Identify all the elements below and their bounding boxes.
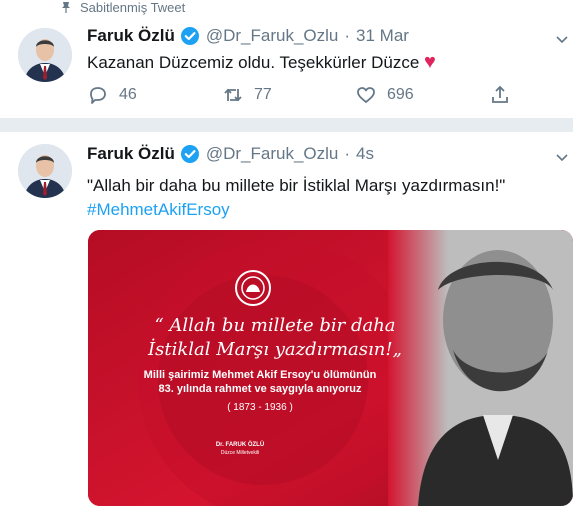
like-button[interactable]: 696 [355, 84, 414, 106]
tweet-text-body: "Allah bir daha bu millete bir İstiklal … [87, 176, 506, 195]
heart-emoji: ♥ [424, 51, 436, 73]
pinned-text: Sabitlenmiş Tweet [80, 0, 186, 15]
hashtag-link[interactable]: #MehmetAkifErsoy [87, 198, 505, 222]
share-icon [492, 85, 508, 103]
tweet[interactable]: Faruk Özlü @Dr_Faruk_Ozlu · 4s "Allah bi… [0, 132, 573, 506]
timestamp[interactable]: 31 Mar [356, 26, 409, 46]
verified-badge-icon [180, 145, 199, 163]
user-handle[interactable]: @Dr_Faruk_Ozlu [206, 26, 339, 46]
chevron-down-icon[interactable] [555, 32, 569, 46]
tweet-text-body: Kazanan Düzcemiz oldu. Teşekkürler Düzce [87, 53, 420, 72]
share-button[interactable] [489, 84, 511, 106]
poster-quote-line2: İstiklal Marşı yazdırmasın!„ [148, 339, 402, 360]
tweet-media-image[interactable]: “ Allah bu millete bir daha İstiklal Mar… [88, 230, 573, 506]
timestamp[interactable]: 4s [356, 144, 374, 164]
poster-years: ( 1873 - 1936 ) [227, 402, 293, 413]
retweet-button[interactable]: 77 [222, 84, 272, 106]
poster-quote: “ Allah bu millete bir daha İstiklal Mar… [140, 314, 410, 362]
tweet-text: "Allah bir daha bu millete bir İstiklal … [87, 174, 505, 222]
poster-memorial-text: Milli şairimiz Mehmet Akif Ersoy'u ölümü… [110, 368, 410, 396]
like-count: 696 [387, 86, 414, 103]
reply-button[interactable]: 46 [87, 84, 137, 106]
tweet-header: Faruk Özlü @Dr_Faruk_Ozlu · 4s [87, 144, 374, 164]
poster-memorial-line2: 83. yılında rahmet ve saygıyla anıyoruz [158, 383, 362, 395]
pin-icon [62, 2, 70, 13]
tweet-text: Kazanan Düzcemiz oldu. Teşekkürler Düzce… [87, 50, 436, 75]
heart-icon [357, 87, 375, 103]
tweet[interactable]: Faruk Özlü @Dr_Faruk_Ozlu · 31 Mar Kazan… [0, 14, 573, 118]
reply-icon [90, 87, 106, 104]
tweet-header: Faruk Özlü @Dr_Faruk_Ozlu · 31 Mar [87, 26, 409, 46]
tweet-separator [0, 118, 573, 132]
avatar[interactable] [18, 144, 72, 198]
retweet-icon [224, 88, 242, 102]
tweet-actions: 46 77 696 [87, 84, 527, 108]
retweet-count: 77 [254, 86, 272, 103]
poster-signature-title: Düzce Milletvekili [220, 450, 260, 456]
dot-separator: · [344, 144, 351, 163]
poster-memorial-line1: Milli şairimiz Mehmet Akif Ersoy'u ölümü… [143, 369, 377, 381]
poster-quote-line1: “ Allah bu millete bir daha [154, 315, 396, 336]
verified-badge-icon [180, 27, 199, 45]
chevron-down-icon[interactable] [555, 150, 569, 164]
avatar[interactable] [18, 28, 72, 82]
reply-count: 46 [119, 86, 137, 103]
dot-separator: · [344, 26, 351, 45]
display-name[interactable]: Faruk Özlü [87, 144, 175, 164]
user-handle[interactable]: @Dr_Faruk_Ozlu [206, 144, 339, 164]
pinned-tweet-label: Sabitlenmiş Tweet [60, 0, 186, 15]
display-name[interactable]: Faruk Özlü [87, 26, 175, 46]
poster-signature-name: Dr. FARUK ÖZLÜ [215, 442, 265, 448]
